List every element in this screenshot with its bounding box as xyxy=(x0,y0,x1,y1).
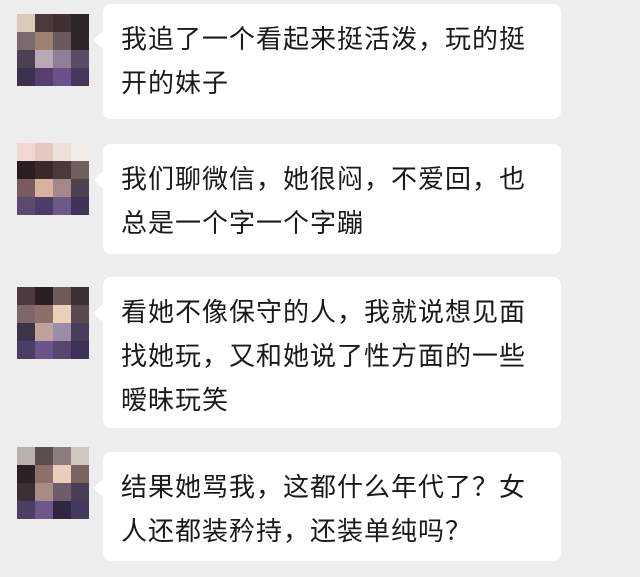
avatar-mosaic-tile xyxy=(71,161,89,179)
avatar-mosaic-tile xyxy=(53,68,71,86)
avatar-mosaic-tile xyxy=(71,68,89,86)
avatar-mosaic-tile xyxy=(71,323,89,341)
message-bubble[interactable]: 看她不像保守的人，我就说想见面找她玩，又和她说了性方面的一些暧昧玩笑 xyxy=(93,277,561,428)
avatar-mosaic-tile xyxy=(71,14,89,32)
avatar-mosaic-tile xyxy=(53,447,71,465)
avatar-mosaic-tile xyxy=(35,197,53,215)
avatar-mosaic-tile xyxy=(71,197,89,215)
avatar-mosaic-tile xyxy=(53,305,71,323)
message-bubble[interactable]: 我追了一个看起来挺活泼，玩的挺开的妹子 xyxy=(93,4,561,119)
avatar-mosaic-tile xyxy=(53,483,71,501)
avatar-mosaic-tile xyxy=(35,287,53,305)
avatar-mosaic-tile xyxy=(17,179,35,197)
avatar-mosaic-tile xyxy=(53,287,71,305)
avatar-mosaic-tile xyxy=(35,483,53,501)
avatar-mosaic-tile xyxy=(71,465,89,483)
avatar-mosaic-tile xyxy=(17,501,35,519)
avatar-mosaic-tile xyxy=(35,179,53,197)
message-text: 结果她骂我，这都什么年代了？女人还都装矜持，还装单纯吗？ xyxy=(121,473,527,547)
avatar-mosaic-tile xyxy=(53,179,71,197)
avatar-mosaic-tile xyxy=(35,143,53,161)
avatar-mosaic-tile xyxy=(17,483,35,501)
avatar-mosaic-tile xyxy=(53,197,71,215)
avatar-mosaic-tile xyxy=(53,465,71,483)
avatar-mosaic-tile xyxy=(71,483,89,501)
avatar-mosaic-tile xyxy=(35,32,53,50)
avatar-mosaic-tile xyxy=(17,287,35,305)
avatar-mosaic-tile xyxy=(35,341,53,359)
avatar-mosaic-tile xyxy=(17,50,35,68)
avatar-mosaic-tile xyxy=(17,143,35,161)
avatar-mosaic-tile xyxy=(71,143,89,161)
avatar[interactable] xyxy=(17,447,89,519)
avatar-mosaic-tile xyxy=(71,32,89,50)
avatar-mosaic-tile xyxy=(71,287,89,305)
avatar-mosaic-tile xyxy=(17,32,35,50)
avatar[interactable] xyxy=(17,143,89,215)
avatar-mosaic-tile xyxy=(17,68,35,86)
message-bubble[interactable]: 我们聊微信，她很闷，不爱回，也总是一个字一个字蹦 xyxy=(93,144,561,254)
avatar-mosaic-tile xyxy=(35,14,53,32)
avatar-mosaic-tile xyxy=(53,143,71,161)
avatar-mosaic-tile xyxy=(71,501,89,519)
avatar-mosaic-tile xyxy=(17,323,35,341)
avatar[interactable] xyxy=(17,14,89,86)
avatar-mosaic-tile xyxy=(53,161,71,179)
avatar-mosaic-tile xyxy=(53,323,71,341)
avatar-mosaic-tile xyxy=(53,341,71,359)
avatar-mosaic-tile xyxy=(35,501,53,519)
avatar-mosaic-tile xyxy=(17,305,35,323)
avatar-mosaic-tile xyxy=(35,465,53,483)
avatar-mosaic-tile xyxy=(35,68,53,86)
avatar-mosaic-tile xyxy=(53,501,71,519)
avatar-mosaic-tile xyxy=(17,341,35,359)
message-text: 我追了一个看起来挺活泼，玩的挺开的妹子 xyxy=(121,25,527,99)
avatar-mosaic-tile xyxy=(71,179,89,197)
avatar-mosaic-tile xyxy=(71,305,89,323)
message-text: 看她不像保守的人，我就说想见面找她玩，又和她说了性方面的一些暧昧玩笑 xyxy=(121,298,527,416)
avatar-mosaic-tile xyxy=(17,14,35,32)
avatar-mosaic-tile xyxy=(35,50,53,68)
avatar-mosaic-tile xyxy=(17,197,35,215)
avatar-mosaic-tile xyxy=(35,305,53,323)
avatar-mosaic-tile xyxy=(35,161,53,179)
avatar-mosaic-tile xyxy=(17,447,35,465)
chat-message-list: 我追了一个看起来挺活泼，玩的挺开的妹子 我们聊微信，她很闷，不爱回，也总是一个字… xyxy=(0,0,640,577)
avatar-mosaic-tile xyxy=(71,50,89,68)
message-text: 我们聊微信，她很闷，不爱回，也总是一个字一个字蹦 xyxy=(121,165,527,239)
avatar-mosaic-tile xyxy=(35,447,53,465)
avatar-mosaic-tile xyxy=(17,465,35,483)
avatar-mosaic-tile xyxy=(53,14,71,32)
avatar-mosaic-tile xyxy=(53,50,71,68)
avatar-mosaic-tile xyxy=(71,341,89,359)
avatar[interactable] xyxy=(17,287,89,359)
message-bubble[interactable]: 结果她骂我，这都什么年代了？女人还都装矜持，还装单纯吗？ xyxy=(93,452,561,561)
avatar-mosaic-tile xyxy=(17,161,35,179)
avatar-mosaic-tile xyxy=(71,447,89,465)
avatar-mosaic-tile xyxy=(35,323,53,341)
avatar-mosaic-tile xyxy=(53,32,71,50)
